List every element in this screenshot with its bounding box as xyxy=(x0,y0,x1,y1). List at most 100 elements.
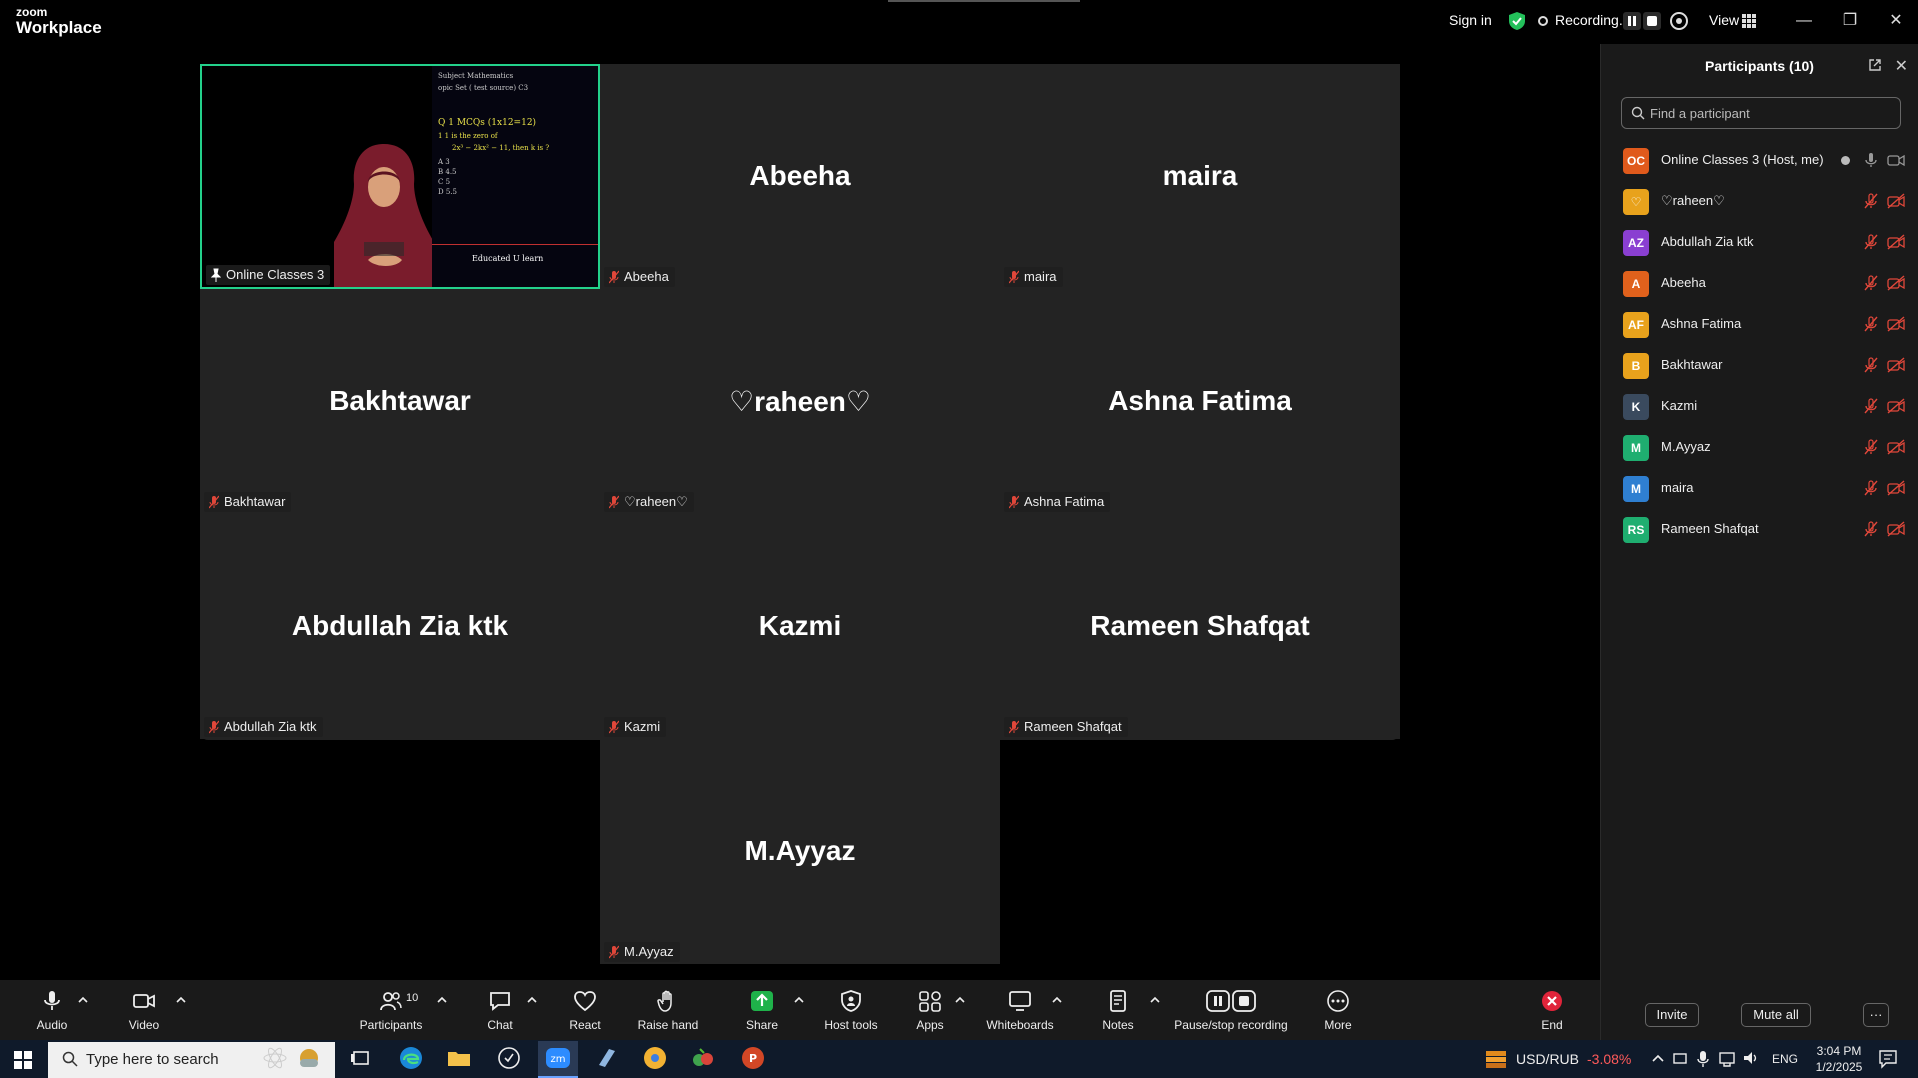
participant-row[interactable]: Mmaira xyxy=(1601,468,1918,509)
zoom-app-icon[interactable]: zm xyxy=(545,1045,571,1071)
camera-off-icon[interactable] xyxy=(1887,234,1905,250)
camera-on-icon[interactable] xyxy=(1887,152,1905,168)
notepad-app-icon[interactable] xyxy=(594,1045,620,1071)
muted-mic-icon[interactable] xyxy=(1863,480,1879,496)
tray-camera-icon[interactable] xyxy=(1672,1045,1688,1071)
audio-button[interactable]: Audio xyxy=(22,980,82,1040)
chrome-app-icon[interactable] xyxy=(642,1045,668,1071)
react-button[interactable]: React xyxy=(555,980,615,1040)
weather-widget-icon[interactable] xyxy=(296,1045,322,1071)
camera-off-icon[interactable] xyxy=(1887,357,1905,373)
gallery-grid-icon[interactable] xyxy=(1742,14,1756,28)
muted-mic-icon[interactable] xyxy=(1863,357,1879,373)
muted-mic-icon[interactable] xyxy=(1863,193,1879,209)
video-tile-bakhtawar[interactable]: Bakhtawar Bakhtawar xyxy=(200,289,600,514)
windows-start-icon[interactable] xyxy=(14,1051,32,1069)
camera-off-icon[interactable] xyxy=(1887,275,1905,291)
window-drag-handle[interactable] xyxy=(888,0,1080,2)
edge-browser-icon[interactable] xyxy=(398,1045,424,1071)
raise-hand-button[interactable]: Raise hand xyxy=(632,980,704,1040)
end-meeting-button[interactable]: End xyxy=(1522,980,1582,1040)
muted-mic-icon[interactable] xyxy=(1863,521,1879,537)
muted-mic-icon[interactable] xyxy=(1863,275,1879,291)
video-button[interactable]: Video xyxy=(114,980,174,1040)
participants-options-chevron-icon[interactable] xyxy=(437,996,447,1004)
video-tile-abdullah-zia-ktk[interactable]: Abdullah Zia ktk Abdullah Zia ktk xyxy=(200,514,600,739)
muted-mic-icon[interactable] xyxy=(1863,439,1879,455)
stop-recording-button[interactable] xyxy=(1643,12,1661,30)
panel-more-button[interactable]: ··· xyxy=(1863,1003,1889,1027)
host-tools-button[interactable]: Host tools xyxy=(815,980,887,1040)
participant-row[interactable]: AZ Abdullah Zia ktk xyxy=(1601,222,1918,263)
audio-options-chevron-icon[interactable] xyxy=(78,996,88,1004)
more-button[interactable]: More xyxy=(1308,980,1368,1040)
participant-row[interactable]: K Kazmi xyxy=(1601,386,1918,427)
notes-options-chevron-icon[interactable] xyxy=(1150,996,1160,1004)
video-tile-ashna-fatima[interactable]: Ashna Fatima Ashna Fatima xyxy=(1000,289,1400,514)
participant-row[interactable]: OC Online Classes 3 (Host, me) xyxy=(1601,140,1918,181)
video-tile-m-ayyaz[interactable]: M.Ayyaz M.Ayyaz xyxy=(600,739,1000,964)
tray-microphone-icon[interactable] xyxy=(1696,1045,1710,1071)
taskbar-search-box[interactable]: Type here to search xyxy=(48,1042,335,1078)
muted-mic-icon[interactable] xyxy=(1863,234,1879,250)
atom-widget-icon[interactable] xyxy=(262,1045,288,1071)
muted-mic-icon[interactable] xyxy=(1863,398,1879,414)
participants-button[interactable]: Participants xyxy=(356,980,426,1040)
participant-row[interactable]: M M.Ayyaz xyxy=(1601,427,1918,468)
participant-row[interactable]: AF Ashna Fatima xyxy=(1601,304,1918,345)
whiteboards-button[interactable]: Whiteboards xyxy=(982,980,1058,1040)
encryption-shield-icon[interactable] xyxy=(1508,11,1526,31)
video-tile-abeeha[interactable]: Abeeha Abeeha xyxy=(600,64,1000,289)
camera-off-icon[interactable] xyxy=(1887,316,1905,332)
file-explorer-icon[interactable] xyxy=(446,1045,472,1071)
chat-button[interactable]: Chat xyxy=(470,980,530,1040)
pause-stop-recording-button[interactable]: Pause/stop recording xyxy=(1170,980,1292,1040)
mic-on-icon[interactable] xyxy=(1863,152,1879,168)
tray-network-icon[interactable] xyxy=(1718,1045,1736,1071)
camera-off-icon[interactable] xyxy=(1887,193,1905,209)
currency-widget-icon[interactable] xyxy=(1484,1045,1508,1071)
notes-button[interactable]: Notes xyxy=(1088,980,1148,1040)
app-circle-icon[interactable] xyxy=(496,1045,522,1071)
minimize-button[interactable]: — xyxy=(1790,8,1818,34)
close-panel-icon[interactable]: ✕ xyxy=(1895,56,1908,76)
chat-options-chevron-icon[interactable] xyxy=(527,996,537,1004)
camera-off-icon[interactable] xyxy=(1887,439,1905,455)
camera-off-icon[interactable] xyxy=(1887,480,1905,496)
participant-row[interactable]: RS Rameen Shafqat xyxy=(1601,509,1918,550)
participant-search-input[interactable] xyxy=(1621,97,1901,129)
currency-pair[interactable]: USD/RUB xyxy=(1516,1051,1579,1067)
video-options-chevron-icon[interactable] xyxy=(176,996,186,1004)
video-tile-maira[interactable]: maira maira xyxy=(1000,64,1400,289)
apps-options-chevron-icon[interactable] xyxy=(955,996,965,1004)
recording-options-icon[interactable] xyxy=(1670,12,1688,30)
mute-all-button[interactable]: Mute all xyxy=(1741,1003,1811,1027)
camera-off-icon[interactable] xyxy=(1887,398,1905,414)
whiteboards-options-chevron-icon[interactable] xyxy=(1052,996,1062,1004)
participant-row[interactable]: ♡ ♡raheen♡ xyxy=(1601,181,1918,222)
video-tile-kazmi[interactable]: Kazmi Kazmi xyxy=(600,514,1000,739)
sign-in-link[interactable]: Sign in xyxy=(1449,12,1492,28)
notification-center-icon[interactable] xyxy=(1878,1045,1898,1071)
participant-row[interactable]: B Bakhtawar xyxy=(1601,345,1918,386)
powerpoint-app-icon[interactable]: P xyxy=(740,1045,766,1071)
restore-button[interactable]: ❐ xyxy=(1836,8,1864,34)
muted-mic-icon[interactable] xyxy=(1863,316,1879,332)
participant-row[interactable]: A Abeeha xyxy=(1601,263,1918,304)
video-tile-rameen-shafqat[interactable]: Rameen Shafqat Rameen Shafqat xyxy=(1000,514,1400,739)
share-options-chevron-icon[interactable] xyxy=(794,996,804,1004)
apps-button[interactable]: Apps xyxy=(900,980,960,1040)
video-tile-online-classes-3[interactable]: Subject Mathematics opic Set ( test sour… xyxy=(200,64,600,289)
invite-button[interactable]: Invite xyxy=(1645,1003,1699,1027)
popout-icon[interactable] xyxy=(1868,58,1882,72)
close-window-button[interactable]: ✕ xyxy=(1882,8,1910,34)
pause-recording-button[interactable] xyxy=(1623,12,1641,30)
tray-chevron-up-icon[interactable] xyxy=(1650,1045,1666,1071)
taskbar-clock[interactable]: 3:04 PM 1/2/2025 xyxy=(1812,1043,1866,1075)
task-view-icon[interactable] xyxy=(348,1045,374,1071)
game-app-icon[interactable] xyxy=(690,1045,716,1071)
language-indicator[interactable]: ENG xyxy=(1772,1052,1798,1066)
share-button[interactable]: Share xyxy=(732,980,792,1040)
view-button[interactable]: View xyxy=(1709,12,1739,28)
video-tile-raheen[interactable]: ♡raheen♡ ♡raheen♡ xyxy=(600,289,1000,514)
